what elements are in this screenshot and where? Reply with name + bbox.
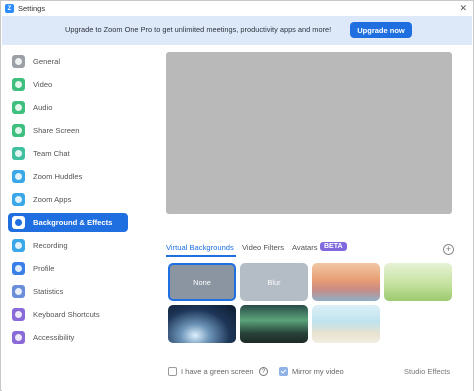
- main-panel: Virtual Backgrounds Video Filters Avatar…: [137, 47, 473, 391]
- window-title: Settings: [18, 4, 46, 13]
- sidebar-item-label: Zoom Apps: [33, 195, 72, 204]
- video-icon: [12, 78, 25, 91]
- sidebar-item-label: Team Chat: [33, 149, 70, 158]
- studio-effects-link[interactable]: Studio Effects: [404, 367, 450, 376]
- sidebar-item-label: Keyboard Shortcuts: [33, 310, 100, 319]
- tab-avatars[interactable]: Avatars: [292, 243, 318, 252]
- background-icon: [12, 216, 25, 229]
- recording-icon: [12, 239, 25, 252]
- tab-video-filters[interactable]: Video Filters: [242, 243, 284, 252]
- sidebar-item-keyboard-shortcuts[interactable]: Keyboard Shortcuts: [8, 305, 128, 324]
- sidebar-item-label: Statistics: [33, 287, 64, 296]
- gear-icon: [12, 55, 25, 68]
- tile-label: None: [193, 277, 211, 287]
- sidebar-item-label: Background & Effects: [33, 218, 113, 227]
- huddles-icon: [12, 170, 25, 183]
- background-tile-grass[interactable]: [384, 263, 452, 301]
- sidebar-item-share-screen[interactable]: Share Screen: [8, 121, 128, 140]
- active-tab-underline: [166, 255, 236, 257]
- title-bar: Z Settings ✕: [1, 1, 473, 16]
- background-tile-earth[interactable]: [168, 305, 236, 343]
- sidebar-item-label: General: [33, 57, 61, 66]
- banner-text: Upgrade to Zoom One Pro to get unlimited…: [65, 25, 332, 34]
- sidebar-item-background-effects[interactable]: Background & Effects: [8, 213, 128, 232]
- sidebar-item-statistics[interactable]: Statistics: [8, 282, 128, 301]
- sidebar-item-video[interactable]: Video: [8, 75, 128, 94]
- statistics-icon: [12, 285, 25, 298]
- sidebar-item-accessibility[interactable]: Accessibility: [8, 328, 128, 347]
- sidebar-item-zoom-apps[interactable]: Zoom Apps: [8, 190, 128, 209]
- close-icon[interactable]: ✕: [459, 2, 467, 14]
- zoom-logo-icon: Z: [5, 4, 14, 13]
- profile-icon: [12, 262, 25, 275]
- background-tile-bridge[interactable]: [312, 263, 380, 301]
- sidebar-item-label: Share Screen: [33, 126, 80, 135]
- upgrade-now-button[interactable]: Upgrade now: [350, 22, 412, 38]
- sidebar-item-recording[interactable]: Recording: [8, 236, 128, 255]
- background-tile-blur[interactable]: Blur: [240, 263, 308, 301]
- background-grid: None Blur: [166, 261, 456, 347]
- sidebar-item-label: Recording: [33, 241, 68, 250]
- sidebar: General Video Audio Share Screen Team Ch…: [2, 47, 137, 391]
- sidebar-item-audio[interactable]: Audio: [8, 98, 128, 117]
- background-tile-aurora[interactable]: [240, 305, 308, 343]
- background-tabs: Virtual Backgrounds Video Filters Avatar…: [166, 242, 456, 257]
- sidebar-item-label: Video: [33, 80, 53, 89]
- upgrade-banner: Upgrade to Zoom One Pro to get unlimited…: [2, 16, 472, 45]
- sidebar-item-label: Accessibility: [33, 333, 75, 342]
- green-screen-label: I have a green screen: [181, 367, 254, 376]
- headphones-icon: [12, 101, 25, 114]
- sidebar-item-label: Audio: [33, 103, 53, 112]
- sidebar-item-label: Profile: [33, 264, 55, 273]
- sidebar-item-zoom-huddles[interactable]: Zoom Huddles: [8, 167, 128, 186]
- chat-icon: [12, 147, 25, 160]
- beta-badge: BETA: [320, 242, 347, 251]
- sidebar-item-general[interactable]: General: [8, 52, 128, 71]
- sidebar-item-label: Zoom Huddles: [33, 172, 83, 181]
- options-footer: I have a green screen ? Mirror my video …: [166, 365, 456, 379]
- green-screen-checkbox[interactable]: [168, 367, 177, 376]
- help-icon[interactable]: ?: [259, 367, 268, 376]
- background-tile-beach[interactable]: [312, 305, 380, 343]
- sidebar-item-team-chat[interactable]: Team Chat: [8, 144, 128, 163]
- accessibility-icon: [12, 331, 25, 344]
- keyboard-icon: [12, 308, 25, 321]
- add-background-button[interactable]: +: [443, 244, 454, 255]
- apps-icon: [12, 193, 25, 206]
- sidebar-item-profile[interactable]: Profile: [8, 259, 128, 278]
- tab-virtual-backgrounds[interactable]: Virtual Backgrounds: [166, 243, 234, 252]
- tile-label: Blur: [267, 277, 281, 287]
- settings-window: Z Settings ✕ Upgrade to Zoom One Pro to …: [0, 0, 474, 391]
- mirror-video-checkbox[interactable]: [279, 367, 288, 376]
- mirror-video-label: Mirror my video: [292, 367, 344, 376]
- share-screen-icon: [12, 124, 25, 137]
- video-preview: [166, 52, 452, 214]
- background-tile-none[interactable]: None: [168, 263, 236, 301]
